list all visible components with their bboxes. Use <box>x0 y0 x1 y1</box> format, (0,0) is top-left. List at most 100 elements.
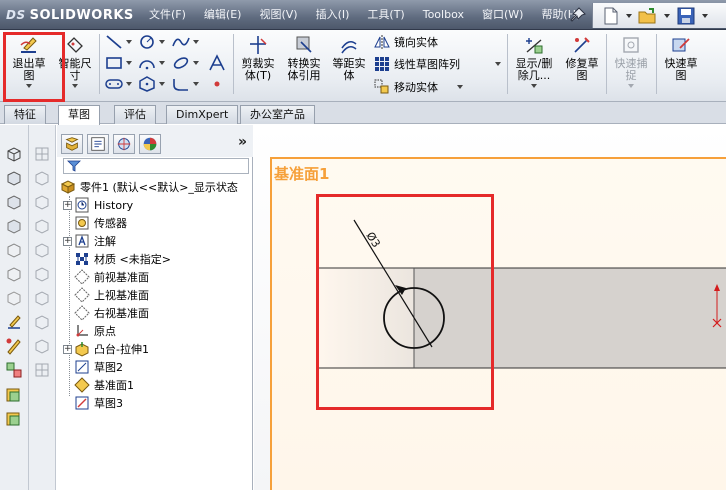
rapid-sketch-button[interactable]: 快速草 图 <box>660 32 702 96</box>
trim-entities-button[interactable]: 剪裁实 体(T) <box>236 32 280 96</box>
sketch-tool-icon[interactable] <box>5 313 23 331</box>
menu-edit[interactable]: 编辑(E) <box>195 0 251 30</box>
tree-item-sketch3[interactable]: 草图3 <box>74 394 123 412</box>
layer-tool-icon[interactable] <box>5 387 23 405</box>
line-icon[interactable] <box>103 33 125 51</box>
tree-item-plane1[interactable]: 基准面1 <box>74 376 134 394</box>
convert-entities-button[interactable]: 转换实 体引用 <box>282 32 326 96</box>
move-entities-dropdown[interactable] <box>456 78 464 96</box>
pin-icon[interactable] <box>570 7 586 23</box>
tab-office-products[interactable]: 办公室产品 <box>240 105 315 124</box>
save-icon[interactable] <box>675 6 697 26</box>
open-folder-icon[interactable] <box>637 6 659 26</box>
slot-dropdown[interactable] <box>125 75 133 93</box>
point-icon[interactable] <box>206 75 228 93</box>
box-view-icon[interactable] <box>5 265 23 283</box>
tree-item-annotations[interactable]: + 注解 <box>63 232 116 250</box>
menu-view[interactable]: 视图(V) <box>250 0 306 30</box>
open-dropdown[interactable] <box>663 6 671 26</box>
box-view-icon[interactable] <box>5 169 23 187</box>
arc-dropdown[interactable] <box>158 54 166 72</box>
save-dropdown[interactable] <box>701 6 709 26</box>
display-manager-tab-icon[interactable] <box>139 134 161 154</box>
box-view-icon[interactable] <box>5 241 23 259</box>
fillet-icon[interactable] <box>170 75 192 93</box>
expand-toggle[interactable]: + <box>63 236 72 246</box>
linear-pattern-dropdown[interactable] <box>494 55 502 73</box>
feature-manager-tabs: » <box>57 125 253 157</box>
tree-item-sensors[interactable]: 传感器 <box>74 214 127 232</box>
line-dropdown[interactable] <box>125 33 133 51</box>
tree-item-material[interactable]: 材质 <未指定> <box>74 250 171 268</box>
tree-item-top-plane[interactable]: 上视基准面 <box>74 286 149 304</box>
tree-item-boss-extrude[interactable]: + 凸台-拉伸1 <box>63 340 149 358</box>
smart-dimension-dropdown-arrow[interactable] <box>72 84 78 91</box>
display-delete-relations-button[interactable]: 显示/删 除几... <box>510 32 558 96</box>
quick-snaps-button[interactable]: 快速捕 捉 <box>610 32 652 96</box>
polygon-dropdown[interactable] <box>158 75 166 93</box>
box-view-icon[interactable] <box>5 217 23 235</box>
arc-icon[interactable] <box>136 54 158 72</box>
tree-root-part[interactable]: 零件1 (默认<<默认>_显示状态 <box>60 178 238 196</box>
relations-tool-icon[interactable] <box>5 361 23 379</box>
quick-snaps-dropdown-arrow[interactable] <box>628 84 634 91</box>
tab-dimxpert[interactable]: DimXpert <box>166 105 239 124</box>
menu-toolbox[interactable]: Toolbox <box>414 0 473 30</box>
grid-icon[interactable] <box>33 361 51 379</box>
tab-sketch[interactable]: 草图 <box>58 105 100 125</box>
box-view-icon[interactable] <box>5 289 23 307</box>
repair-sketch-button[interactable]: 修复草 图 <box>561 32 603 96</box>
new-dropdown[interactable] <box>625 6 633 26</box>
menu-window[interactable]: 窗口(W) <box>473 0 532 30</box>
menu-file[interactable]: 文件(F) <box>140 0 195 30</box>
box-gray-icon[interactable] <box>33 241 51 259</box>
box-gray-icon[interactable] <box>33 337 51 355</box>
box-gray-icon[interactable] <box>33 193 51 211</box>
feature-filter-box[interactable] <box>63 158 249 174</box>
box-gray-icon[interactable] <box>33 313 51 331</box>
feature-tree-tab-icon[interactable] <box>61 134 83 154</box>
rectangle-icon[interactable] <box>103 54 125 72</box>
menu-insert[interactable]: 插入(I) <box>307 0 359 30</box>
tab-features[interactable]: 特征 <box>4 105 46 124</box>
tree-item-origin[interactable]: 原点 <box>74 322 116 340</box>
tree-item-sketch2[interactable]: 草图2 <box>74 358 123 376</box>
circle-dropdown[interactable] <box>158 33 166 51</box>
expand-toggle[interactable]: + <box>63 344 72 354</box>
menu-tools[interactable]: 工具(T) <box>358 0 413 30</box>
mirror-entities-button[interactable]: 镜向实体 <box>374 33 438 51</box>
text-icon[interactable] <box>206 54 228 72</box>
tab-evaluate[interactable]: 评估 <box>114 105 156 124</box>
fillet-dropdown[interactable] <box>192 75 200 93</box>
layer-tool-icon[interactable] <box>5 411 23 429</box>
expand-toggle[interactable]: + <box>63 200 72 210</box>
tree-item-right-plane[interactable]: 右视基准面 <box>74 304 149 322</box>
rectangle-dropdown[interactable] <box>125 54 133 72</box>
move-entities-button[interactable]: 移动实体 <box>374 78 438 96</box>
linear-pattern-button[interactable]: 线性草图阵列 <box>374 55 460 73</box>
box-view-icon[interactable] <box>5 145 23 163</box>
spline-icon[interactable] <box>170 33 192 51</box>
box-gray-icon[interactable] <box>33 217 51 235</box>
circle-icon[interactable] <box>136 33 158 51</box>
polygon-icon[interactable] <box>136 75 158 93</box>
box-gray-icon[interactable] <box>33 289 51 307</box>
graphics-area[interactable]: 基准面1 Ø3 <box>254 125 726 490</box>
tree-item-history[interactable]: + History <box>63 196 133 214</box>
configuration-tab-icon[interactable] <box>113 134 135 154</box>
new-document-icon[interactable] <box>599 6 621 26</box>
property-manager-tab-icon[interactable] <box>87 134 109 154</box>
more-tabs-chevron[interactable]: » <box>238 134 247 150</box>
offset-entities-button[interactable]: 等距实 体 <box>329 32 369 96</box>
relations-dropdown-arrow[interactable] <box>531 84 537 91</box>
ellipse-dropdown[interactable] <box>192 54 200 72</box>
ellipse-icon[interactable] <box>170 54 192 72</box>
box-gray-icon[interactable] <box>33 169 51 187</box>
spline-dropdown[interactable] <box>192 33 200 51</box>
grid-icon[interactable] <box>33 145 51 163</box>
pencil-red-icon[interactable] <box>5 337 23 355</box>
box-view-icon[interactable] <box>5 193 23 211</box>
slot-icon[interactable] <box>103 75 125 93</box>
tree-item-front-plane[interactable]: 前视基准面 <box>74 268 149 286</box>
box-gray-icon[interactable] <box>33 265 51 283</box>
